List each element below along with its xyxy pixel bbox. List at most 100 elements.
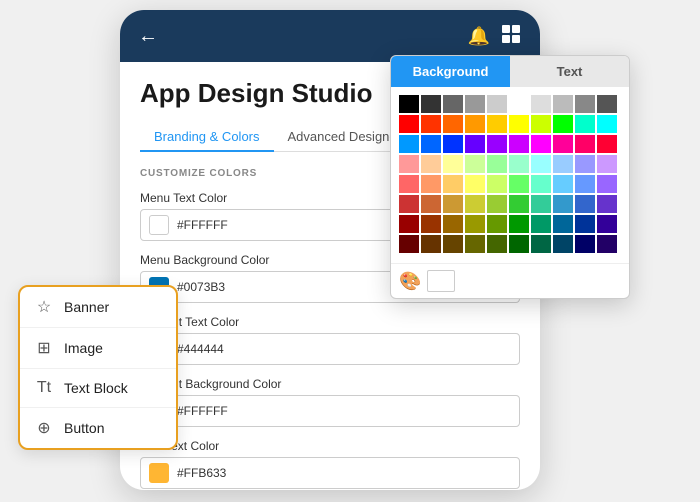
color-cell[interactable] [399,95,419,113]
color-cell[interactable] [487,155,507,173]
color-cell[interactable] [421,135,441,153]
color-cell[interactable] [509,155,529,173]
color-input-row-2[interactable]: #444444 [140,333,520,365]
color-cell[interactable] [597,215,617,233]
palette-icon[interactable]: 🎨 [399,271,421,292]
color-cell[interactable] [531,175,551,193]
color-cell[interactable] [575,115,595,133]
color-cell[interactable] [487,135,507,153]
widget-item-button[interactable]: ⊕Button [20,408,176,448]
color-cell[interactable] [509,95,529,113]
color-cell[interactable] [597,175,617,193]
color-cell[interactable] [465,115,485,133]
color-cell[interactable] [575,215,595,233]
back-button[interactable]: ← [138,25,158,48]
notification-icon[interactable]: 🔔 [468,26,490,47]
white-swatch[interactable] [427,270,455,292]
color-cell[interactable] [465,235,485,253]
color-cell[interactable] [575,95,595,113]
color-cell[interactable] [421,175,441,193]
color-cell[interactable] [553,195,573,213]
color-cell[interactable] [597,155,617,173]
color-cell[interactable] [553,95,573,113]
color-cell[interactable] [421,235,441,253]
color-cell[interactable] [399,195,419,213]
color-cell[interactable] [465,95,485,113]
color-cell[interactable] [597,95,617,113]
color-cell[interactable] [509,235,529,253]
color-cell[interactable] [509,215,529,233]
color-hex-4: #FFB633 [177,466,226,480]
color-cell[interactable] [487,175,507,193]
color-cell[interactable] [531,155,551,173]
color-cell[interactable] [575,195,595,213]
color-cell[interactable] [465,135,485,153]
color-cell[interactable] [443,155,463,173]
color-cell[interactable] [465,195,485,213]
color-cell[interactable] [399,235,419,253]
color-cell[interactable] [531,115,551,133]
color-cell[interactable] [509,175,529,193]
color-cell[interactable] [553,235,573,253]
color-cell[interactable] [399,215,419,233]
color-cell[interactable] [443,215,463,233]
color-cell[interactable] [443,235,463,253]
color-cell[interactable] [443,175,463,193]
color-cell[interactable] [531,195,551,213]
color-input-row-3[interactable]: #FFFFFF [140,395,520,427]
color-cell[interactable] [443,195,463,213]
widget-label-3: Button [64,420,104,436]
color-cell[interactable] [553,215,573,233]
color-grid-row-1 [399,115,621,133]
color-cell[interactable] [597,135,617,153]
color-cell[interactable] [553,135,573,153]
color-cell[interactable] [443,95,463,113]
color-cell[interactable] [575,235,595,253]
color-cell[interactable] [509,135,529,153]
color-cell[interactable] [531,95,551,113]
color-cell[interactable] [553,175,573,193]
color-cell[interactable] [531,215,551,233]
color-cell[interactable] [399,155,419,173]
color-swatch-0 [149,215,169,235]
color-cell[interactable] [465,155,485,173]
color-cell[interactable] [421,95,441,113]
color-cell[interactable] [487,115,507,133]
picker-tab-text[interactable]: Text [510,56,629,87]
widget-item-text-block[interactable]: TtText Block [20,369,176,408]
widget-item-image[interactable]: ⊞Image [20,328,176,369]
color-cell[interactable] [597,115,617,133]
color-cell[interactable] [421,115,441,133]
color-cell[interactable] [421,195,441,213]
color-cell[interactable] [553,115,573,133]
color-cell[interactable] [575,175,595,193]
color-cell[interactable] [487,95,507,113]
color-cell[interactable] [399,135,419,153]
color-cell[interactable] [575,135,595,153]
color-cell[interactable] [465,175,485,193]
color-cell[interactable] [597,235,617,253]
color-cell[interactable] [465,215,485,233]
color-cell[interactable] [531,235,551,253]
color-input-row-4[interactable]: #FFB633 [140,457,520,489]
tab-branding-colors[interactable]: Branding & Colors [140,123,274,152]
color-cell[interactable] [509,195,529,213]
color-cell[interactable] [443,115,463,133]
color-cell[interactable] [597,195,617,213]
color-cell[interactable] [487,195,507,213]
color-cell[interactable] [399,115,419,133]
apps-icon[interactable] [500,23,522,50]
color-cell[interactable] [509,115,529,133]
color-cell[interactable] [421,215,441,233]
picker-tab-background[interactable]: Background [391,56,510,87]
color-cell[interactable] [487,235,507,253]
color-cell[interactable] [487,215,507,233]
widget-icon-0: ☆ [34,297,54,317]
widget-item-banner[interactable]: ☆Banner [20,287,176,328]
color-cell[interactable] [443,135,463,153]
color-cell[interactable] [553,155,573,173]
color-cell[interactable] [531,135,551,153]
color-cell[interactable] [421,155,441,173]
color-cell[interactable] [399,175,419,193]
color-cell[interactable] [575,155,595,173]
